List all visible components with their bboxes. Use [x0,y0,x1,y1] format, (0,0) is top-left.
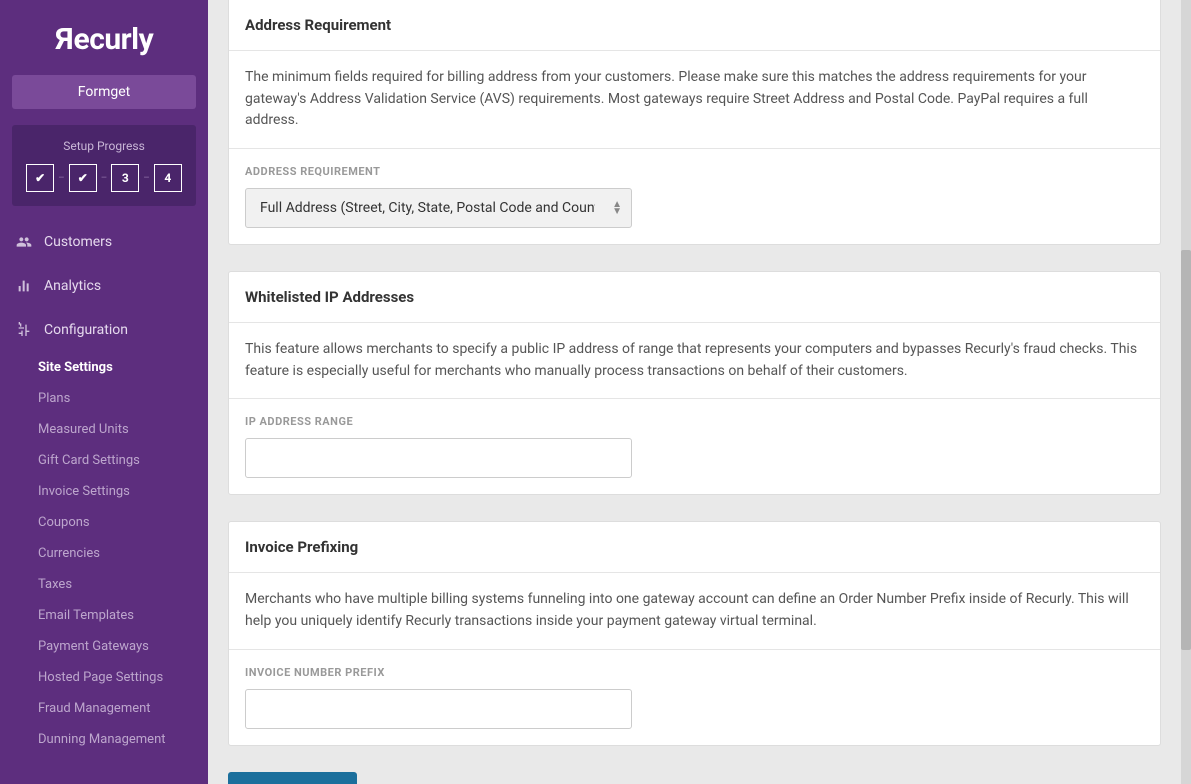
card-description: This feature allows merchants to specify… [245,339,1144,382]
card-address-requirement: Address Requirement The minimum fields r… [228,0,1161,245]
field-label: Address Requirement [245,165,1144,178]
subnav-item-coupons[interactable]: Coupons [0,507,208,538]
step-separator: – [143,173,150,184]
config-subnav: Site Settings Plans Measured Units Gift … [0,352,208,755]
invoice-number-prefix-input[interactable] [245,689,632,729]
main-content: Address Requirement The minimum fields r… [208,0,1181,784]
subnav-item-taxes[interactable]: Taxes [0,569,208,600]
sidebar: Recurly Formget Setup Progress ✔ – ✔ – 3… [0,0,208,784]
subnav-item-gift-card-settings[interactable]: Gift Card Settings [0,445,208,476]
check-icon: ✔ [78,171,88,185]
subnav-item-email-templates[interactable]: Email Templates [0,600,208,631]
nav-item-customers[interactable]: Customers [0,220,208,264]
subnav-item-fraud-management[interactable]: Fraud Management [0,693,208,724]
field-label: IP Address Range [245,415,1144,428]
field-label: Invoice Number Prefix [245,666,1144,679]
setup-step-3[interactable]: 3 [111,164,139,192]
nav-label: Configuration [44,322,128,338]
subnav-item-payment-gateways[interactable]: Payment Gateways [0,631,208,662]
setup-progress-title: Setup Progress [22,139,186,153]
card-invoice-prefixing: Invoice Prefixing Merchants who have mul… [228,521,1161,745]
address-requirement-select[interactable]: Full Address (Street, City, State, Posta… [245,188,632,228]
organization-button[interactable]: Formget [12,75,196,109]
step-separator: – [58,173,65,184]
subnav-item-measured-units[interactable]: Measured Units [0,414,208,445]
scrollbar[interactable] [1181,0,1191,784]
subnav-item-plans[interactable]: Plans [0,383,208,414]
setup-step-2[interactable]: ✔ [69,164,97,192]
card-description: The minimum fields required for billing … [245,67,1144,132]
subnav-item-dunning-management[interactable]: Dunning Management [0,724,208,755]
bar-chart-icon [16,278,32,294]
setup-step-4[interactable]: 4 [154,164,182,192]
sliders-icon [16,322,32,338]
step-separator: – [101,173,108,184]
subnav-item-invoice-settings[interactable]: Invoice Settings [0,476,208,507]
card-title: Invoice Prefixing [245,538,1144,556]
save-button[interactable]: Save Changes [228,772,357,784]
nav-label: Analytics [44,278,101,294]
nav-label: Customers [44,234,112,250]
brand-logo: Recurly [0,0,208,75]
card-description: Merchants who have multiple billing syst… [245,589,1144,632]
card-title: Address Requirement [245,16,1144,34]
ip-address-range-input[interactable] [245,438,632,478]
card-whitelisted-ip: Whitelisted IP Addresses This feature al… [228,271,1161,495]
form-footer: Save Changes Cancel *Indicates required … [228,772,1161,784]
nav-item-configuration[interactable]: Configuration [0,308,208,352]
subnav-item-site-settings[interactable]: Site Settings [0,352,208,383]
check-icon: ✔ [35,171,45,185]
setup-progress: Setup Progress ✔ – ✔ – 3 – 4 [12,125,196,206]
nav-item-analytics[interactable]: Analytics [0,264,208,308]
setup-step-1[interactable]: ✔ [26,164,54,192]
users-icon [16,234,32,250]
subnav-item-currencies[interactable]: Currencies [0,538,208,569]
card-title: Whitelisted IP Addresses [245,288,1144,306]
main-nav: Customers Analytics Configuration Site S… [0,220,208,755]
scrollbar-thumb[interactable] [1181,250,1191,650]
subnav-item-hosted-page-settings[interactable]: Hosted Page Settings [0,662,208,693]
